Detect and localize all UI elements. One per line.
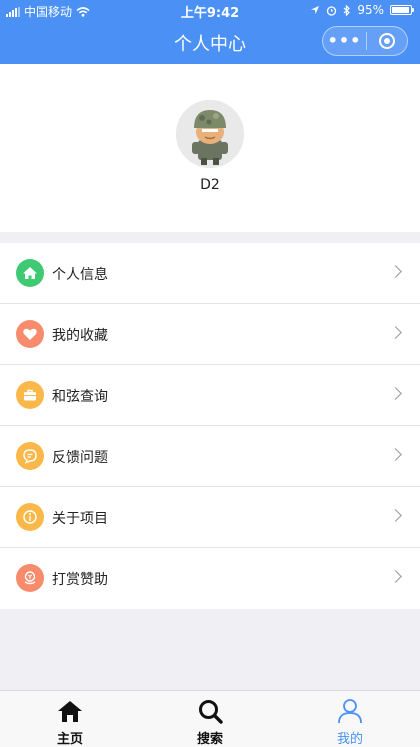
chevron-right-icon xyxy=(389,265,402,278)
chevron-right-icon xyxy=(389,448,402,461)
menu-item-favorites[interactable]: 我的收藏 xyxy=(0,304,420,365)
menu-item-label: 打赏赞助 xyxy=(52,572,108,588)
alarm-icon xyxy=(327,5,337,16)
menu-item-personal-info[interactable]: 个人信息 xyxy=(0,243,420,304)
menu-item-label: 关于项目 xyxy=(52,511,108,527)
heart-icon xyxy=(16,320,44,348)
menu-list: 个人信息 我的收藏 和弦查询 反馈问题 关于项目 打赏赞助 xyxy=(0,243,420,609)
chevron-right-icon xyxy=(389,570,402,583)
close-icon xyxy=(379,33,395,49)
search-icon xyxy=(199,700,223,724)
tab-bar: 主页 搜索 我的 xyxy=(0,690,420,747)
miniprogram-capsule: ••• xyxy=(322,26,408,56)
reward-icon xyxy=(16,564,44,592)
menu-item-label: 个人信息 xyxy=(52,267,108,283)
tab-search[interactable]: 搜索 xyxy=(140,691,280,747)
tab-home[interactable]: 主页 xyxy=(0,691,140,747)
tab-label: 搜索 xyxy=(196,732,223,747)
battery-percent: 95% xyxy=(357,3,384,17)
profile-card: D2 xyxy=(0,64,420,232)
menu-item-label: 我的收藏 xyxy=(52,328,108,344)
avatar-image xyxy=(176,100,244,168)
menu-item-label: 和弦查询 xyxy=(52,389,108,405)
tab-mine[interactable]: 我的 xyxy=(280,691,420,747)
menu-item-donate[interactable]: 打赏赞助 xyxy=(0,548,420,609)
bluetooth-icon xyxy=(343,4,351,16)
briefcase-icon xyxy=(16,381,44,409)
user-icon xyxy=(338,699,362,724)
top-bar: 中国移动 上午9:42 95% 个人中心 ••• xyxy=(0,0,420,64)
status-bar: 中国移动 上午9:42 95% xyxy=(0,0,420,21)
close-button[interactable] xyxy=(367,33,407,49)
battery-icon xyxy=(390,5,414,15)
home-icon xyxy=(58,701,82,722)
username: D2 xyxy=(200,177,220,193)
chevron-right-icon xyxy=(389,326,402,339)
menu-item-label: 反馈问题 xyxy=(52,450,108,466)
chevron-right-icon xyxy=(389,387,402,400)
avatar[interactable] xyxy=(176,100,244,168)
menu-item-chord-lookup[interactable]: 和弦查询 xyxy=(0,365,420,426)
more-button[interactable]: ••• xyxy=(323,27,366,55)
home-icon xyxy=(16,259,44,287)
tab-label: 我的 xyxy=(336,732,363,747)
menu-item-feedback[interactable]: 反馈问题 xyxy=(0,426,420,487)
menu-item-about[interactable]: 关于项目 xyxy=(0,487,420,548)
chevron-right-icon xyxy=(389,509,402,522)
message-icon xyxy=(16,442,44,470)
location-icon xyxy=(311,6,320,14)
info-icon xyxy=(16,503,44,531)
tab-label: 主页 xyxy=(56,732,83,747)
